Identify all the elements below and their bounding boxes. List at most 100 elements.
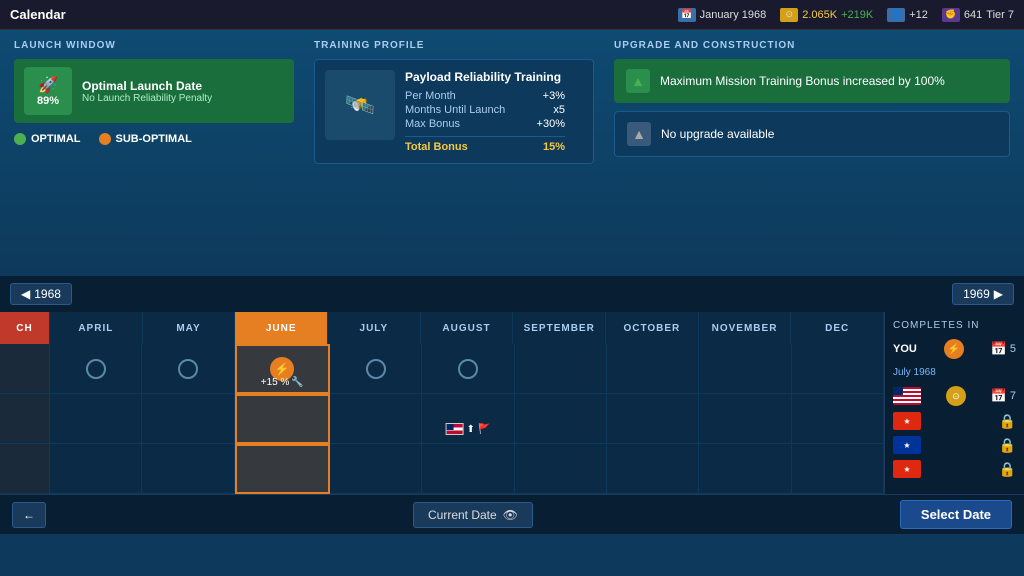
circle-apr [86, 359, 106, 379]
upgrade-arrow-up: ▲ [626, 69, 650, 93]
cell-sep-1[interactable] [515, 344, 607, 394]
dot-optimal [14, 133, 26, 145]
right-arrow-icon: ▶ [994, 287, 1003, 301]
money-delta: +219K [841, 9, 873, 21]
eye-icon: 👁 [503, 508, 518, 522]
max-bonus-label: Max Bonus [405, 118, 460, 130]
lock-icon-4: 🔒 [999, 461, 1016, 478]
cell-aug-1[interactable] [422, 344, 514, 394]
cell-mar-2[interactable] [0, 394, 50, 444]
legend: OPTIMAL SUB-OPTIMAL [14, 133, 294, 145]
calendar-row-2: ⬆ 🚩 [0, 394, 884, 444]
personnel-display: 👤 +12 [887, 8, 928, 22]
stat-max-bonus: Max Bonus +30% [405, 118, 565, 130]
cell-sep-2[interactable] [515, 394, 607, 444]
cell-aug-2[interactable]: ⬆ 🚩 [422, 394, 514, 444]
comp1-days: 📅 7 [991, 388, 1016, 404]
back-arrow-icon: ← [23, 508, 35, 522]
flag-comp4: ★ [893, 460, 921, 478]
training-card: 🛰️ Payload Reliability Training Per Mont… [314, 59, 594, 164]
cell-oct-1[interactable] [607, 344, 699, 394]
app-title: Calendar [10, 7, 66, 22]
you-label: YOU [893, 343, 917, 355]
cell-nov-1[interactable] [699, 344, 791, 394]
month-rows: ⚡ +15 % 🔧 [0, 344, 884, 494]
cell-jun-2[interactable] [235, 394, 330, 444]
optimal-card: 🚀 89% Optimal Launch Date No Launch Reli… [14, 59, 294, 123]
marker-apr [86, 359, 106, 379]
comp4-row: ★ 🔒 [893, 460, 1016, 478]
launch-icon-box: 🚀 89% [24, 67, 72, 115]
completes-in-title: COMPLETES IN [893, 320, 1016, 331]
lock-icon-2: 🔒 [999, 413, 1016, 430]
circle-aug [458, 359, 478, 379]
launch-percent: 89% [37, 95, 59, 107]
cell-mar-3[interactable] [0, 444, 50, 494]
cell-mar-1[interactable] [0, 344, 50, 394]
training-profile-panel: TRAINING PROFILE 🛰️ Payload Reliability … [314, 40, 594, 266]
cell-dec-3[interactable] [792, 444, 884, 494]
months-label: Months Until Launch [405, 104, 505, 116]
flag-icon-2: ⬆ [467, 424, 475, 435]
legend-suboptimal-label: SUB-OPTIMAL [116, 133, 192, 145]
cell-apr-3[interactable] [50, 444, 142, 494]
cell-jun-3[interactable] [235, 444, 330, 494]
cell-nov-2[interactable] [699, 394, 791, 444]
month-header-mar: CH [0, 312, 50, 344]
marker-jul [366, 359, 386, 379]
cell-jul-3[interactable] [330, 444, 422, 494]
morale-display: ✊ 641 Tier 7 [942, 8, 1014, 22]
cell-aug-3[interactable] [422, 444, 514, 494]
cell-jun-1[interactable]: ⚡ +15 % 🔧 [235, 344, 330, 394]
upgrade-item-2: ▲ No upgrade available [614, 111, 1010, 157]
you-days-val: 5 [1010, 343, 1016, 355]
cell-oct-2[interactable] [607, 394, 699, 444]
total-val: 15% [543, 141, 565, 153]
cal-icon-comp1: 📅 [991, 388, 1007, 404]
cell-nov-3[interactable] [699, 444, 791, 494]
sidebar-right: COMPLETES IN YOU ⚡ 📅 5 July 1968 ⊙ 📅 [884, 312, 1024, 494]
badge-text: +15 % [261, 377, 290, 388]
upgrade-text-1: Maximum Mission Training Bonus increased… [660, 74, 945, 88]
cell-oct-3[interactable] [607, 444, 699, 494]
flag-us-aug [446, 423, 464, 435]
month-header-jun: JUNE [235, 312, 328, 344]
usa-flag [893, 387, 921, 405]
select-date-button[interactable]: Select Date [900, 500, 1012, 529]
cell-may-3[interactable] [142, 444, 234, 494]
month-header-nov: NOVEMBER [699, 312, 792, 344]
comp1-days-val: 7 [1010, 390, 1016, 402]
month-header-oct: OCTOBER [606, 312, 699, 344]
cell-sep-3[interactable] [515, 444, 607, 494]
coin-header-icon: ⊙ [780, 8, 798, 22]
upgrade-item-1: ▲ Maximum Mission Training Bonus increas… [614, 59, 1010, 103]
stat-months: Months Until Launch x5 [405, 104, 565, 116]
flag-comp2: ★ [893, 412, 921, 430]
cell-jul-2[interactable] [330, 394, 422, 444]
calendar-body: CH APRIL MAY JUNE JULY AUGUST SEPTEMBER … [0, 312, 1024, 494]
cell-may-2[interactable] [142, 394, 234, 444]
cell-apr-1[interactable] [50, 344, 142, 394]
calendar-icon: 📅 [678, 8, 696, 22]
back-button[interactable]: ← [12, 502, 46, 528]
flag-comp1 [893, 387, 921, 405]
cell-dec-2[interactable] [792, 394, 884, 444]
jun-badge: +15 % 🔧 [261, 377, 304, 388]
prev-year-btn[interactable]: ◀ 1968 [10, 283, 72, 305]
comp3-row: ★ 🔒 [893, 436, 1016, 454]
cell-jul-1[interactable] [330, 344, 422, 394]
you-row: YOU ⚡ 📅 5 [893, 339, 1016, 359]
circle-may [178, 359, 198, 379]
per-month-val: +3% [543, 90, 565, 102]
person-icon: 👤 [887, 8, 905, 22]
cell-apr-2[interactable] [50, 394, 142, 444]
total-label: Total Bonus [405, 141, 468, 153]
current-date-button[interactable]: Current Date 👁 [413, 502, 533, 528]
comp2-row: ★ 🔒 [893, 412, 1016, 430]
optimal-date-label: Optimal Launch Date [82, 79, 212, 93]
cell-may-1[interactable] [142, 344, 234, 394]
cell-dec-1[interactable] [792, 344, 884, 394]
rocket-icon: 🚀 [38, 75, 58, 95]
next-year-btn[interactable]: 1969 ▶ [952, 283, 1014, 305]
months-val: x5 [553, 104, 565, 116]
